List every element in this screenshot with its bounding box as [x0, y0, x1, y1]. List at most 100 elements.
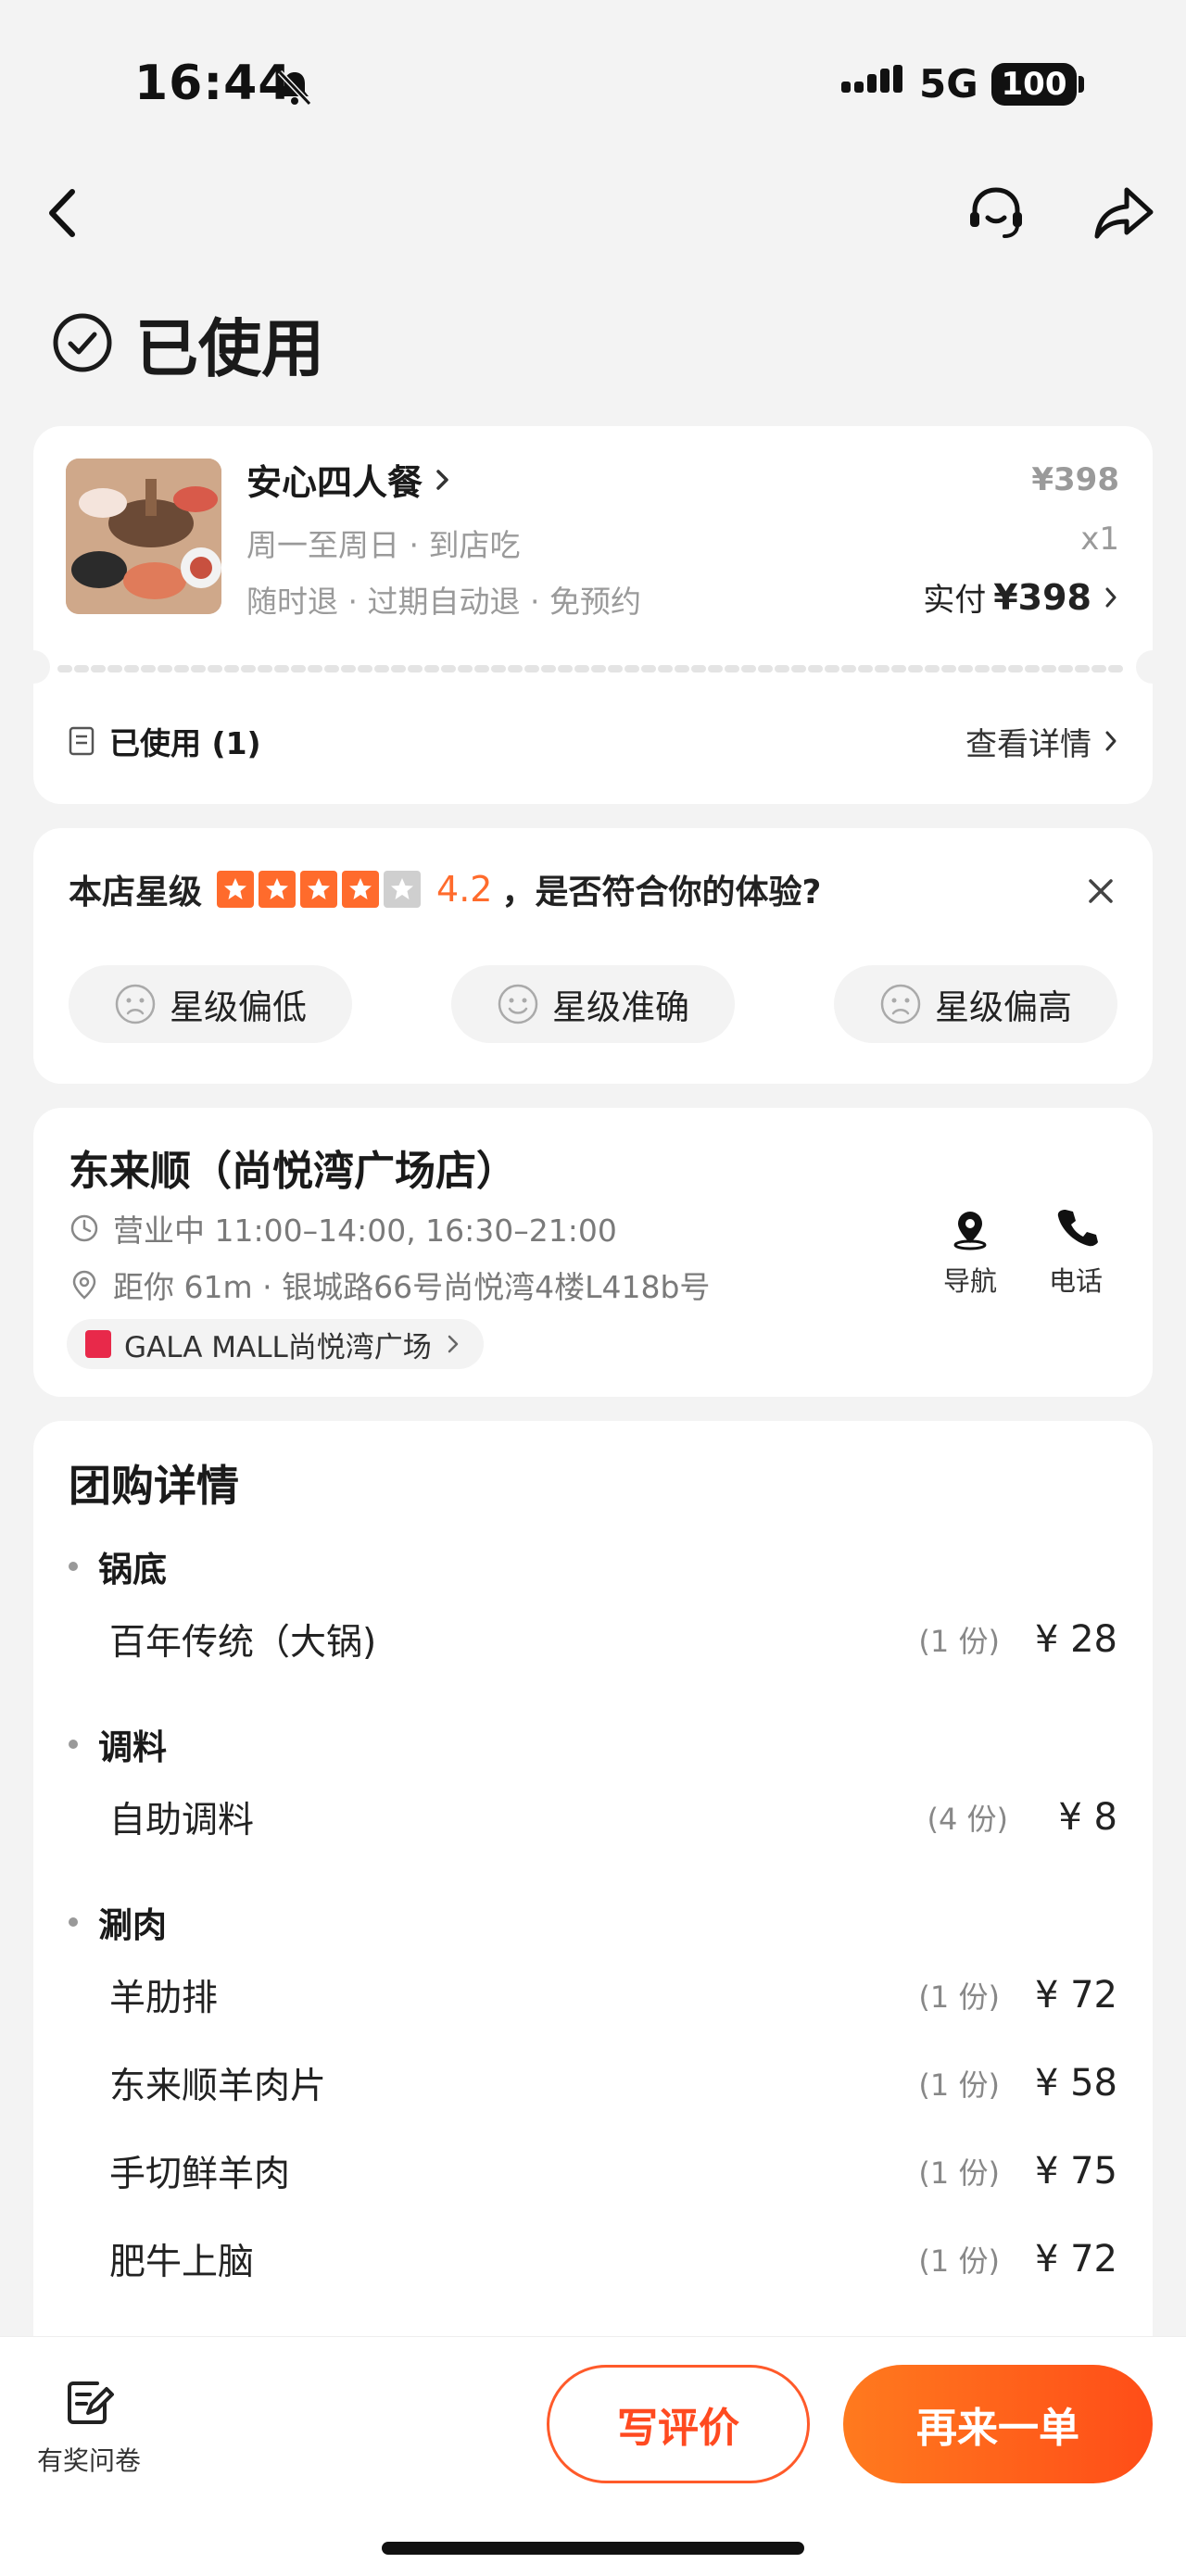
deal-item-price: ¥ 75 [1034, 2150, 1117, 2193]
bottom-action-bar: 有奖问卷 写评价 再来一单 [0, 2336, 1186, 2576]
deal-item-qty: (4 份) [927, 1802, 1008, 1837]
deal-item-name: 自助调料 [109, 1800, 255, 1841]
order-status-header: 已使用 [52, 306, 324, 386]
deal-item-name: 手切鲜羊肉 [109, 2154, 291, 2195]
store-hours-text: 营业中 11:00–14:00, 16:30–21:00 [113, 1213, 617, 1249]
rating-value: 4.2 [436, 869, 493, 910]
order-card: 安心四人餐 周一至周日 · 到店吃 随时退 · 过期自动退 · 免预约 ¥398… [17, 426, 1169, 804]
sad-face-icon [115, 984, 156, 1024]
star-icon [300, 871, 338, 908]
navigate-label: 导航 [942, 1265, 997, 1297]
network-type: 5G [919, 61, 978, 107]
close-icon[interactable] [1086, 876, 1116, 906]
signal-icon [841, 65, 902, 93]
phone-icon [1057, 1210, 1098, 1247]
store-rating-row: 本店星级 4.2 ，是否符合你的体验? [69, 865, 821, 913]
rating-label: 本店星级 [69, 873, 203, 911]
customer-service-icon[interactable] [964, 181, 1028, 245]
deal-name-text: 安心四人餐 [246, 462, 423, 503]
rating-too-low-button[interactable]: 星级偏低 [69, 965, 352, 1043]
battery-icon: 100 [991, 63, 1077, 106]
deal-item-name: 东来顺羊肉片 [109, 2066, 327, 2107]
original-price: ¥398 [1031, 461, 1119, 498]
deal-policies: 随时退 · 过期自动退 · 免预约 [246, 584, 641, 620]
back-icon[interactable] [37, 181, 89, 245]
chevron-right-icon [1105, 731, 1117, 751]
deal-thumbnail[interactable] [66, 459, 221, 614]
deal-item-qty: (1 份) [918, 2067, 1000, 2103]
view-details-label: 查看详情 [965, 725, 1091, 763]
food-photo-icon [66, 459, 221, 614]
battery-tip [1079, 76, 1084, 93]
star-icon [259, 871, 296, 908]
store-rating-card: 本店星级 4.2 ，是否符合你的体验? 星级偏低 星级准确 星级偏高 [33, 828, 1153, 1084]
deal-item-qty: (1 份) [918, 2155, 1000, 2191]
share-icon[interactable] [1091, 182, 1156, 244]
navigate-button[interactable]: 导航 [928, 1204, 1012, 1299]
star-icon [217, 871, 255, 908]
rating-option-label: 星级偏低 [170, 987, 307, 1027]
call-label: 电话 [1048, 1265, 1103, 1297]
deal-item-name: 肥牛上脑 [109, 2242, 255, 2283]
clock-icon [70, 1214, 98, 1242]
voucher-used-label: 已使用 (1) [109, 725, 261, 761]
voucher-usage-row: 已使用 (1) 查看详情 [67, 713, 1119, 769]
smile-face-icon [498, 984, 538, 1024]
star-icon [342, 871, 380, 908]
survey-button[interactable]: 有奖问卷 [33, 2376, 145, 2478]
order-status-title: 已使用 [135, 312, 325, 386]
deal-detail-title: 团购详情 [69, 1461, 239, 1511]
deal-item-name: 羊肋排 [109, 1978, 219, 2019]
deal-item-name: 百年传统（大锅) [109, 1622, 377, 1664]
rating-option-label: 星级准确 [552, 987, 689, 1027]
reorder-button[interactable]: 再来一单 [843, 2365, 1153, 2483]
status-time: 16:44 [134, 56, 293, 111]
home-indicator [382, 2542, 804, 2555]
rating-option-label: 星级偏高 [935, 987, 1072, 1027]
rating-question: ，是否符合你的体验? [501, 873, 822, 911]
rating-too-high-button[interactable]: 星级偏高 [834, 965, 1117, 1043]
mall-name: GALA MALL尚悦湾广场 [124, 1330, 432, 1364]
store-info-card: 东来顺（尚悦湾广场店） 营业中 11:00–14:00, 16:30–21:00… [33, 1108, 1153, 1397]
deal-item-price: ¥ 72 [1034, 2238, 1117, 2281]
call-button[interactable]: 电话 [1034, 1204, 1117, 1299]
store-address-text: 距你 61m · 银城路66号尚悦湾4楼L418b号 [113, 1269, 711, 1305]
ticket-notch-right [1136, 650, 1169, 684]
chevron-right-icon [1105, 587, 1117, 607]
deal-section-header: 调料 [69, 1719, 167, 1769]
deal-item: 手切鲜羊肉 (1 份) ¥ 75 [109, 2143, 1117, 2199]
deal-item: 羊肋排 (1 份) ¥ 72 [109, 1967, 1117, 2023]
deal-name[interactable]: 安心四人餐 [246, 454, 452, 505]
deal-item-qty: (1 份) [918, 2243, 1000, 2279]
store-hours: 营业中 11:00–14:00, 16:30–21:00 [69, 1206, 617, 1250]
shopping-bag-icon [85, 1330, 111, 1358]
mall-tag[interactable]: GALA MALL尚悦湾广场 [67, 1319, 484, 1369]
paid-label: 实付 [923, 582, 987, 619]
chevron-right-icon [436, 469, 448, 490]
deal-section-header: 涮肉 [69, 1897, 167, 1947]
view-details-link[interactable]: 查看详情 [965, 719, 1119, 764]
store-address[interactable]: 距你 61m · 银城路66号尚悦湾4楼L418b号 [69, 1263, 710, 1307]
star-icon [384, 871, 422, 908]
paid-amount: ¥398 [993, 576, 1091, 618]
deal-item: 百年传统（大锅) (1 份) ¥ 28 [109, 1612, 1117, 1667]
write-review-button[interactable]: 写评价 [547, 2365, 810, 2483]
store-name[interactable]: 东来顺（尚悦湾广场店） [69, 1137, 517, 1197]
star-rating [217, 871, 425, 908]
chevron-right-icon [448, 1335, 459, 1353]
status-bar: 16:44 5G 100 [0, 0, 1186, 139]
deal-item-qty: (1 份) [918, 1624, 1000, 1659]
bell-muted-icon [277, 69, 312, 107]
deal-item-price: ¥ 58 [1034, 2062, 1117, 2105]
survey-label: 有奖问卷 [36, 2445, 141, 2476]
perforation-divider [57, 665, 1129, 672]
rating-accurate-button[interactable]: 星级准确 [451, 965, 735, 1043]
deal-schedule: 周一至周日 · 到店吃 [246, 527, 521, 563]
deal-item: 东来顺羊肉片 (1 份) ¥ 58 [109, 2055, 1117, 2111]
navigation-pin-icon [953, 1212, 987, 1250]
deal-item: 肥牛上脑 (1 份) ¥ 72 [109, 2231, 1117, 2287]
paid-amount-link[interactable]: 实付 ¥398 [923, 574, 1119, 620]
voucher-used-count: 已使用 (1) [67, 719, 261, 763]
sad-face-icon [880, 984, 921, 1024]
deal-item-qty: (1 份) [918, 1979, 1000, 2015]
